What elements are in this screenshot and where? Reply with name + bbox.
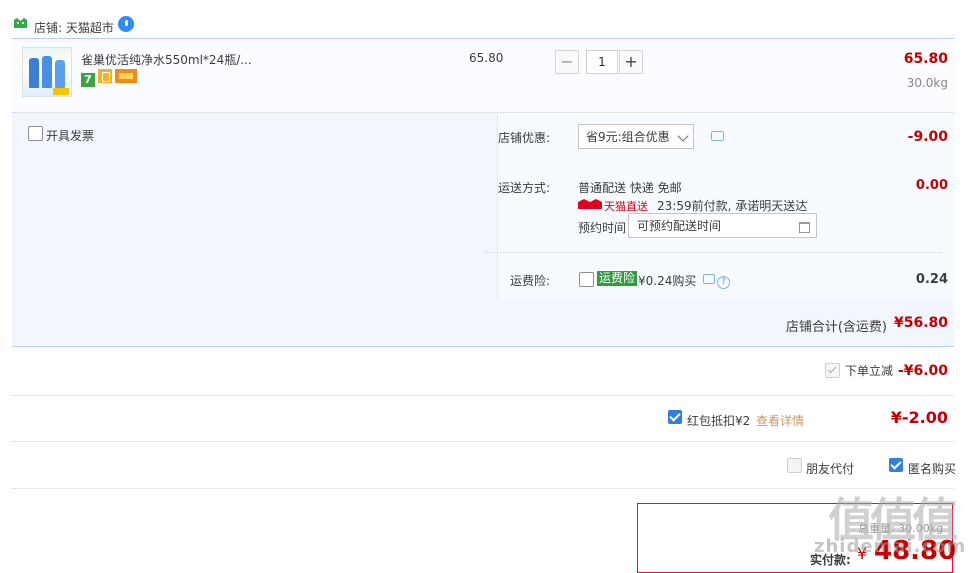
instant-discount-amount: -¥6.00 (897, 363, 948, 379)
insurance-label: 运费险: (509, 274, 550, 288)
tmall-direct-label: 天猫直送 (604, 200, 648, 213)
anonymous-checkbox[interactable] (889, 458, 903, 472)
message-icon[interactable] (703, 274, 715, 284)
shop-coupon-select[interactable]: 省9元:组合优惠 (578, 124, 694, 149)
instant-discount-label: 下单立减 (845, 364, 894, 378)
cart-item-row: 雀巢优活纯净水550ml*24瓶/... 7 65.80 − 1 + (12, 39, 954, 113)
tmall-logo-icon (578, 197, 602, 209)
shop-header: 店铺: 天猫超市 (12, 12, 954, 39)
schedule-time-placeholder: 可预约配送时间 (637, 219, 722, 233)
divider (12, 488, 954, 489)
calendar-icon[interactable] (799, 222, 810, 233)
divider (485, 252, 942, 253)
wangwang-chat-icon[interactable] (118, 16, 134, 32)
item-total: 65.80 (903, 51, 948, 67)
instant-discount-checkbox (825, 363, 840, 378)
credit-card-icon (115, 69, 137, 83)
watermark-text: zhidemai.com (814, 536, 967, 557)
redpacket-checkbox[interactable] (668, 410, 682, 424)
guarantee-icon (98, 69, 112, 83)
insurance-amount: 0.24 (915, 272, 948, 287)
message-icon[interactable] (711, 131, 724, 141)
quantity-minus-button[interactable]: − (555, 50, 579, 74)
unit-price: 65.80 (469, 51, 504, 65)
invoice-label[interactable]: 开具发票 (46, 127, 94, 144)
item-weight: 30.0kg (906, 76, 948, 90)
subtotal-amount: ¥56.80 (893, 315, 948, 331)
delivery-promise: 23:59前付款, 承诺明天送达 (657, 199, 808, 213)
service-tags: 7 (81, 69, 137, 87)
friend-pay-label[interactable]: 朋友代付 (806, 460, 854, 477)
schedule-label: 预约时间 (578, 221, 627, 235)
quantity-plus-button[interactable]: + (619, 50, 643, 74)
seven-day-return-icon: 7 (81, 73, 95, 87)
subtotal-label: 店铺合计(含运费) (785, 320, 887, 335)
redpacket-label[interactable]: 红包抵扣¥2 (687, 412, 750, 429)
shipping-amount: 0.00 (915, 178, 948, 193)
invoice-checkbox[interactable] (28, 126, 43, 141)
coupon-amount: -9.00 (907, 129, 948, 145)
shop-coupon-selected: 省9元:组合优惠 (586, 130, 670, 144)
shipping-label: 运送方式: (497, 181, 550, 195)
friend-pay-checkbox[interactable] (787, 458, 802, 473)
insurance-price: ¥0.24购买 (638, 274, 697, 288)
anonymous-label[interactable]: 匿名购买 (908, 460, 956, 477)
invoice-panel: 开具发票 (12, 113, 496, 298)
shop-name[interactable]: 店铺: 天猫超市 (34, 19, 114, 36)
schedule-time-input[interactable]: 可预约配送时间 (628, 213, 817, 238)
shop-icon (14, 18, 27, 28)
redpacket-amount: ¥-2.00 (890, 408, 948, 427)
shipping-method: 普通配送 快递 免邮 (578, 181, 682, 195)
shop-coupon-label: 店铺优惠: (497, 131, 550, 145)
order-options-panel: 开具发票 (12, 113, 955, 298)
insurance-badge: 运费险 (597, 271, 638, 286)
redpacket-details-link[interactable]: 查看详情 (756, 412, 804, 429)
divider (12, 441, 954, 442)
insurance-checkbox[interactable] (579, 272, 594, 287)
insurance-help[interactable]: ? (703, 273, 730, 289)
help-icon[interactable]: ? (717, 276, 730, 289)
divider (12, 395, 954, 396)
chevron-down-icon (677, 130, 689, 142)
quantity-input[interactable]: 1 (586, 50, 618, 74)
product-thumbnail[interactable] (22, 47, 72, 97)
product-title[interactable]: 雀巢优活纯净水550ml*24瓶/... (81, 51, 252, 68)
